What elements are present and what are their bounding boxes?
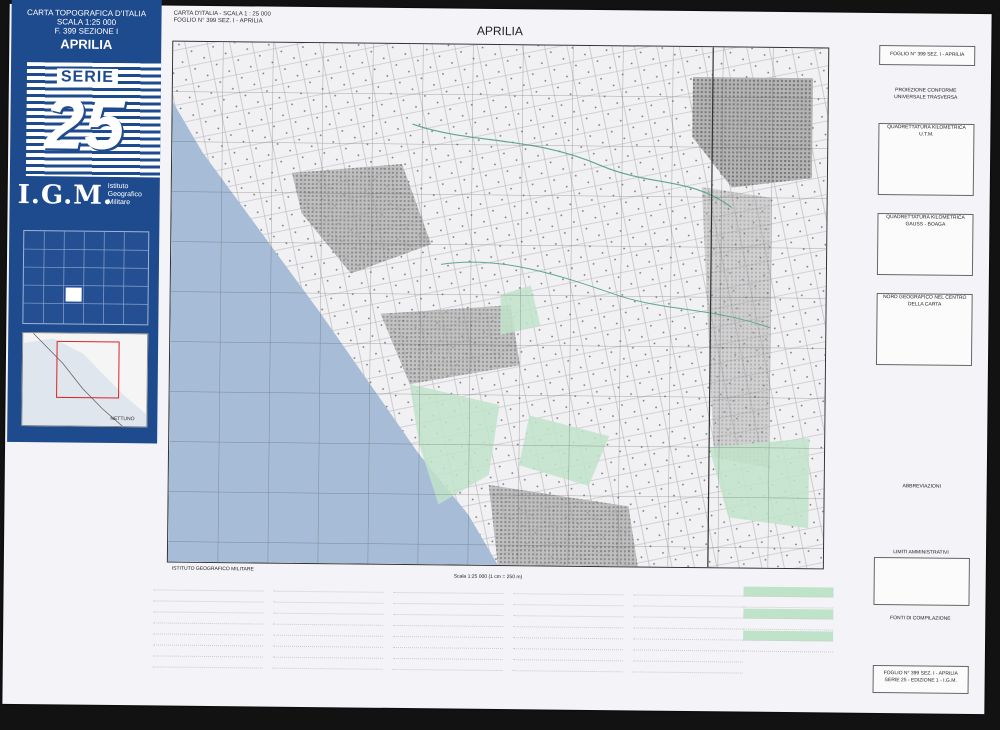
legend-column-1	[152, 580, 264, 669]
sheet-label-top-text: FOGLIO N° 399 SEZ. I - APRILIA	[890, 51, 965, 58]
index-grid-lines	[23, 231, 149, 325]
utm-grid-box-title: QUADRETTATURA KILOMETRICA U.T.M.	[887, 124, 966, 138]
sheet-index-grid	[22, 230, 150, 326]
legend-column-2	[272, 581, 384, 671]
igm-sub-3: Militare	[107, 198, 131, 207]
current-sheet-marker	[65, 287, 82, 302]
serie-logo: SERIE 25	[26, 62, 161, 177]
legend-column-3	[392, 582, 504, 672]
map-sheet: CARTA TOPOGRAFICA D'ITALIA SCALA 1:25 00…	[2, 0, 992, 715]
mini-map-label: NETTUNO	[110, 416, 134, 422]
right-info-panel: FOGLIO N° 399 SEZ. I - APRILIA PROIEZION…	[858, 33, 976, 704]
gauss-boaga-box: QUADRETTATURA KILOMETRICA GAUSS - BOAGA	[876, 212, 974, 276]
serie-number: 25	[44, 84, 125, 166]
institute-footer: ISTITUTO GEOGRAFICO MILITARE	[171, 565, 254, 573]
gauss-boaga-title: QUADRETTATURA KILOMETRICA GAUSS - BOAGA	[886, 214, 965, 228]
sources-title: FONTI DI COMPILAZIONE	[889, 615, 951, 622]
cover-panel: CARTA TOPOGRAFICA D'ITALIA SCALA 1:25 00…	[7, 0, 162, 444]
legend-column-5	[632, 585, 744, 674]
projection-title: PROIEZIONE CONFORME UNIVERSALE TRASVERSA	[894, 87, 958, 101]
admin-limits-map	[873, 556, 970, 606]
sheet-label-bottom-2: SERIE 25 - EDIZIONE 1 - I.G.M.	[884, 677, 957, 684]
igm-logo: I.G.M.	[17, 179, 114, 211]
abbreviations-title: ABBREVIAZIONI	[902, 483, 941, 490]
cover-place-name: APRILIA	[60, 36, 113, 52]
scale-label: Scala 1:25 000 (1 cm = 250 m)	[453, 573, 523, 581]
utm-grid-box: QUADRETTATURA KILOMETRICA U.T.M.	[877, 122, 975, 196]
map-title: APRILIA	[476, 23, 524, 39]
north-box: NORD GEOGRAFICO NEL CENTRO DELLA CARTA	[875, 292, 973, 366]
legend	[152, 580, 834, 687]
north-box-title: NORD GEOGRAFICO NEL CENTRO DELLA CARTA	[882, 294, 967, 308]
topographic-map[interactable]	[166, 40, 830, 570]
admin-limits-title: LIMITI AMMINISTRATIVI	[893, 549, 949, 556]
legend-column-6	[742, 586, 834, 654]
location-map-drawing: NETTUNO	[22, 332, 147, 427]
cover-location-map: NETTUNO	[21, 332, 149, 428]
igm-subtitle: Istituto Geografico Militare	[108, 183, 142, 207]
map-drawing	[167, 41, 829, 569]
sheet-label-top: FOGLIO N° 399 SEZ. I - APRILIA	[879, 44, 976, 66]
legend-column-4	[512, 584, 624, 673]
sheet-label-bottom: FOGLIO N° 399 SEZ. I - APRILIA SERIE 25 …	[872, 664, 969, 694]
